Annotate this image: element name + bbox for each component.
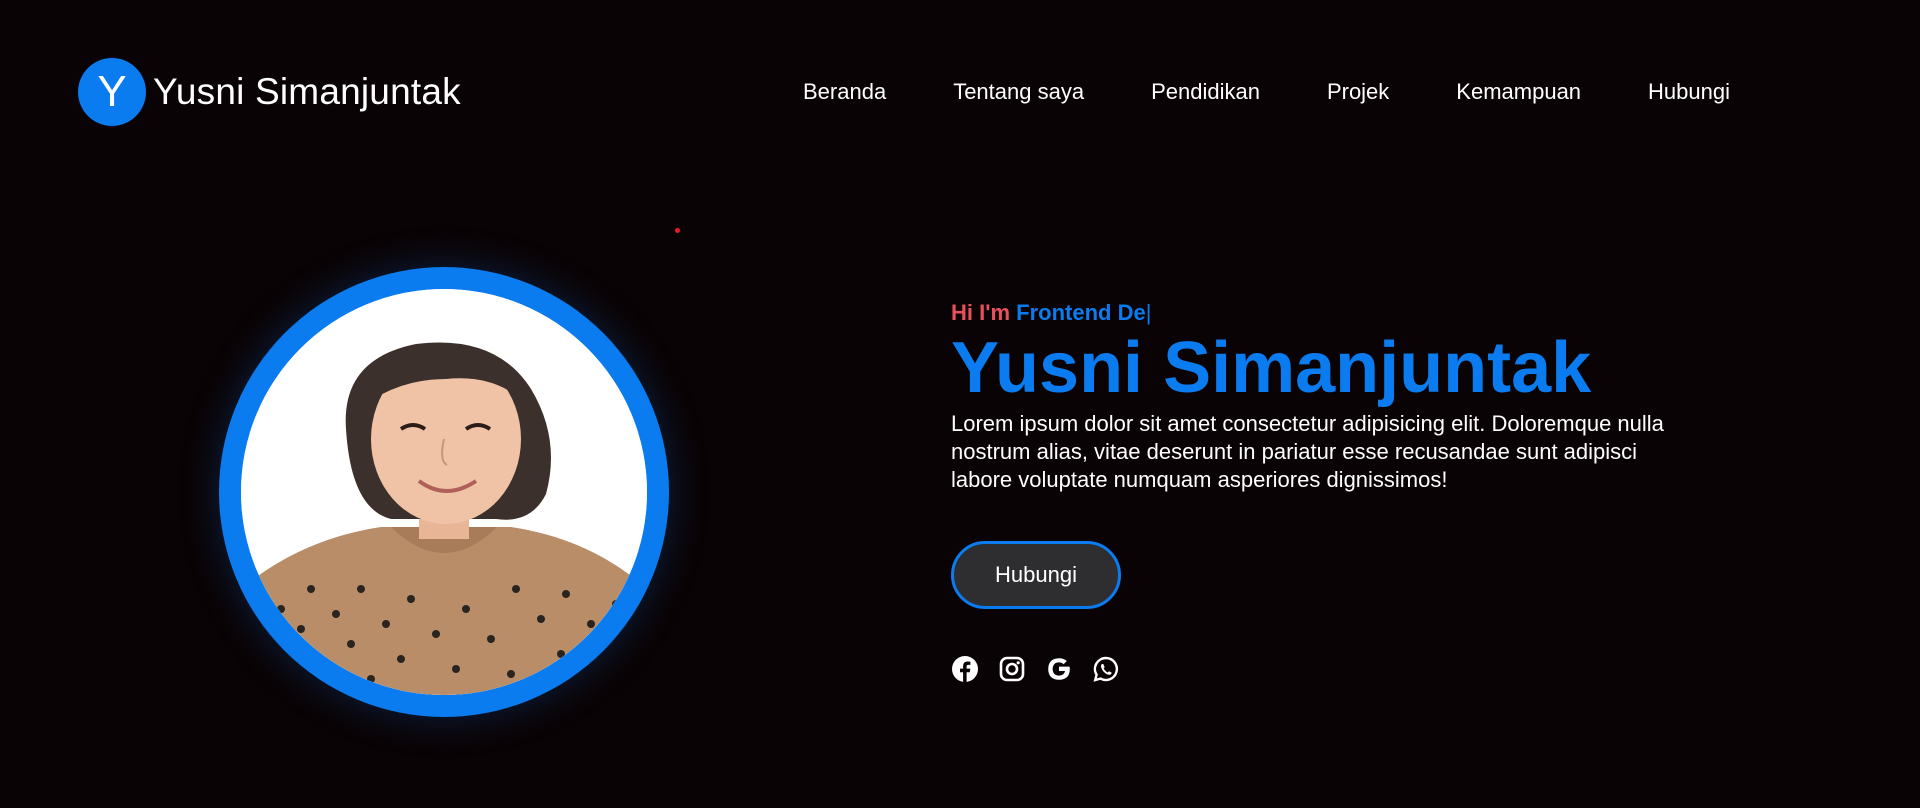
cursor-dot — [675, 228, 680, 233]
hero-description: Lorem ipsum dolor sit amet consectetur a… — [951, 411, 1664, 492]
nav-item-tentang-saya[interactable]: Tentang saya — [953, 79, 1084, 105]
nav-item-kemampuan[interactable]: Kemampuan — [1456, 79, 1581, 105]
portrait-illustration — [241, 289, 647, 695]
instagram-icon[interactable] — [998, 655, 1026, 683]
logo-link[interactable]: Y Yusni Simanjuntak — [78, 58, 461, 126]
hero-name: Yusni Simanjuntak — [951, 328, 1592, 408]
google-icon[interactable] — [1045, 655, 1073, 683]
typed-role: Frontend De — [1016, 300, 1146, 325]
greeting-prefix: Hi I'm — [951, 300, 1011, 325]
nav-item-hubungi[interactable]: Hubungi — [1648, 79, 1730, 105]
hero-intro: Hi I'm Frontend De| Yusni Simanjuntak Lo… — [951, 298, 1711, 683]
profile-photo — [241, 289, 647, 695]
whatsapp-icon[interactable] — [1092, 655, 1120, 683]
nav-item-beranda[interactable]: Beranda — [803, 79, 886, 105]
main-nav: Beranda Tentang saya Pendidikan Projek K… — [803, 79, 1730, 105]
facebook-icon[interactable] — [951, 655, 979, 683]
logo-text: Yusni Simanjuntak — [153, 71, 461, 112]
logo-badge: Y — [78, 58, 146, 126]
typing-caret: | — [1145, 300, 1152, 325]
page: Y Yusni Simanjuntak Beranda Tentang saya… — [0, 0, 1920, 808]
nav-item-pendidikan[interactable]: Pendidikan — [1151, 79, 1260, 105]
nav-item-projek[interactable]: Projek — [1327, 79, 1389, 105]
profile-photo-frame — [219, 267, 669, 717]
contact-button[interactable]: Hubungi — [951, 541, 1121, 609]
social-links — [951, 655, 1711, 683]
greeting-line: Hi I'm Frontend De| — [951, 298, 1711, 328]
